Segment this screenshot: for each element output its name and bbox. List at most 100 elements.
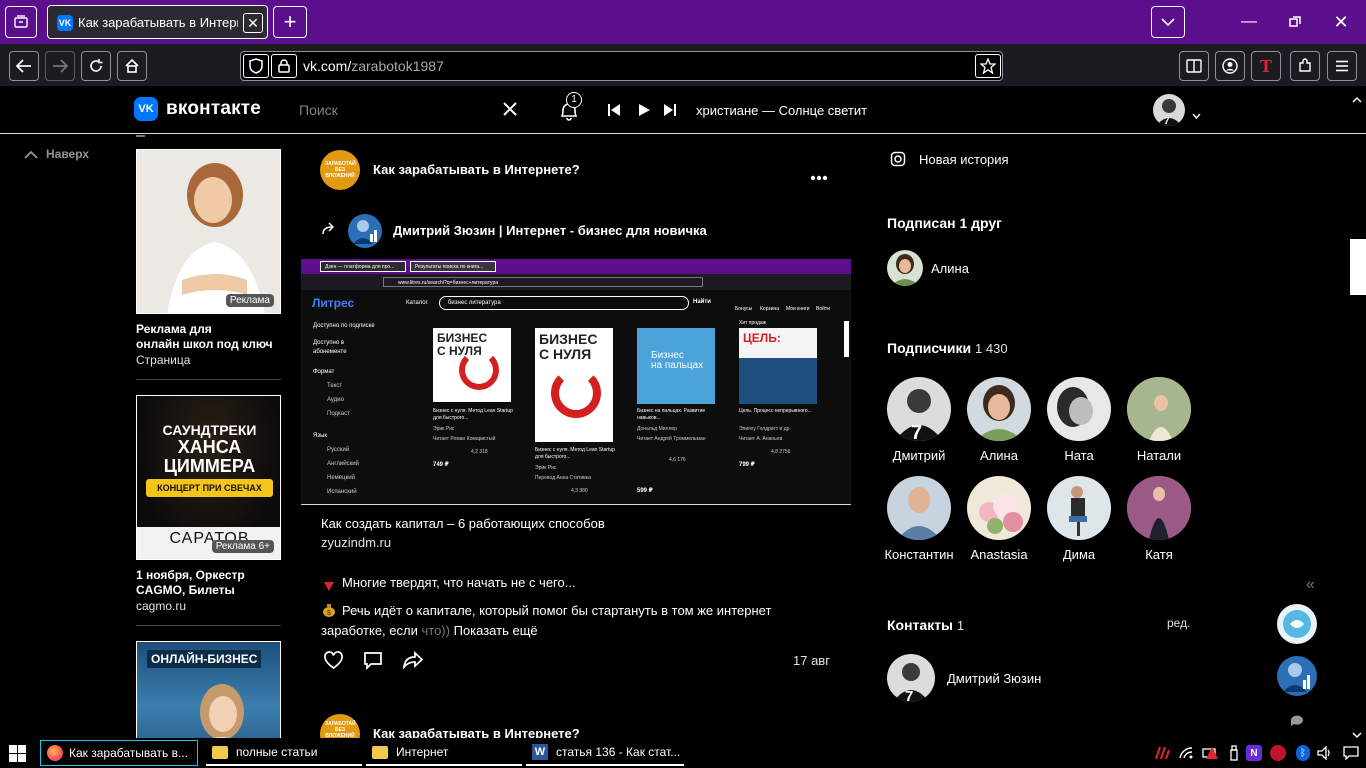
- subscriber-name[interactable]: Катя: [1109, 547, 1209, 562]
- reader-view-icon[interactable]: [1179, 51, 1209, 81]
- subscriber-avatar[interactable]: [1127, 377, 1191, 441]
- next-track-icon[interactable]: [663, 103, 677, 122]
- contact-avatar[interactable]: 7: [887, 654, 935, 702]
- shield-icon[interactable]: [243, 54, 269, 78]
- show-more-link[interactable]: Показать ещё: [454, 623, 538, 638]
- minimize-button[interactable]: —: [1226, 6, 1272, 38]
- repost-author-avatar[interactable]: [348, 214, 382, 248]
- extension-t-icon[interactable]: T: [1251, 51, 1281, 81]
- ad-2-title-line1[interactable]: 1 ноября, Оркестр: [136, 568, 245, 582]
- subscriber-avatar[interactable]: 7: [887, 377, 951, 441]
- ad-card-3[interactable]: ОНЛАЙН-БИЗНЕС: [136, 641, 281, 738]
- usb-drive-icon[interactable]: [1225, 744, 1243, 762]
- page-scrollbar-thumb[interactable]: [1350, 239, 1366, 295]
- taskbar-item-word[interactable]: W статья 136 - Как стат...: [526, 740, 684, 766]
- ad-1-subtitle[interactable]: Страница: [136, 353, 190, 367]
- restore-button[interactable]: [1272, 6, 1318, 38]
- post-link-image[interactable]: Дзен — платформа для про... Результаты п…: [301, 259, 851, 504]
- subscriber-avatar[interactable]: [1127, 476, 1191, 540]
- menu-hamburger-icon[interactable]: [1327, 51, 1357, 81]
- account-icon[interactable]: [1215, 51, 1245, 81]
- back-arrow-icon[interactable]: [9, 51, 39, 81]
- post-group-name[interactable]: Как зарабатывать в Интернете?: [373, 162, 580, 177]
- lock-icon[interactable]: [271, 54, 297, 78]
- vk-header: VK вконтакте Поиск 1 христиане — Солнце …: [0, 86, 1366, 134]
- shot-filter-10: Испанский: [327, 489, 357, 495]
- contact-name[interactable]: Дмитрий Зюзин: [947, 671, 1041, 686]
- bookmark-star-icon[interactable]: [975, 54, 1001, 78]
- subscriber-avatar[interactable]: [887, 476, 951, 540]
- search-input[interactable]: Поиск: [299, 102, 338, 118]
- ad-card-2[interactable]: САУНДТРЕКИ ХАНСА ЦИММЕРА КОНЦЕРТ ПРИ СВЕ…: [136, 395, 281, 560]
- url-text[interactable]: vk.com/zarabotok1987: [303, 58, 444, 74]
- ad-2-subtitle[interactable]: cagmo.ru: [136, 599, 186, 613]
- ad-1-title-line1[interactable]: Реклама для: [136, 322, 212, 336]
- post-group-avatar[interactable]: ЗАРАБОТАЙ БЕЗ ВЛОЖЕНИЙ: [320, 150, 360, 190]
- scroll-up-chevron-icon[interactable]: [1352, 90, 1362, 108]
- share-icon[interactable]: [402, 651, 424, 674]
- new-tab-button[interactable]: +: [273, 6, 307, 38]
- active-tab[interactable]: VK Как зарабатывать в Интернет ✕: [47, 5, 268, 39]
- profile-avatar[interactable]: 7: [1153, 94, 1185, 126]
- battery-warning-icon[interactable]: [1201, 744, 1219, 762]
- friends-title[interactable]: Подписан 1 друг: [887, 215, 1002, 231]
- collapse-chat-icon[interactable]: «: [1306, 576, 1315, 594]
- subscriber-avatar[interactable]: [967, 377, 1031, 441]
- chat-bubble-avatar-2[interactable]: [1277, 656, 1317, 696]
- taskbar-item-firefox[interactable]: Как зарабатывать в...: [40, 740, 198, 766]
- post-date[interactable]: 17 авг: [793, 653, 830, 668]
- contacts-title[interactable]: Контакты 1: [887, 617, 964, 633]
- subscriber-avatar[interactable]: [1047, 377, 1111, 441]
- back-to-top-button[interactable]: Наверх: [24, 147, 89, 161]
- subscriber-avatar[interactable]: [967, 476, 1031, 540]
- post-link-domain[interactable]: zyuzindm.ru: [321, 535, 391, 550]
- friend-name[interactable]: Алина: [931, 261, 969, 276]
- ad-card-1[interactable]: Реклама: [136, 149, 281, 314]
- reload-icon[interactable]: [81, 51, 111, 81]
- close-window-button[interactable]: ✕: [1318, 6, 1364, 38]
- forward-arrow-icon[interactable]: [45, 51, 75, 81]
- subscriber-name[interactable]: Натали: [1109, 448, 1209, 463]
- new-story-button[interactable]: Новая история: [890, 151, 1009, 167]
- repost-author-name[interactable]: Дмитрий Зюзин | Интернет - бизнес для но…: [393, 223, 707, 238]
- contacts-edit-link[interactable]: ред.: [1167, 616, 1190, 630]
- profile-menu-chevron-icon[interactable]: [1192, 106, 1201, 124]
- player-track-title[interactable]: христиане — Солнце светит: [696, 103, 867, 118]
- chat-icon[interactable]: [1290, 714, 1304, 732]
- tab-overview-icon[interactable]: [5, 6, 37, 38]
- search-clear-icon[interactable]: [502, 101, 518, 122]
- windows-start-icon[interactable]: [9, 745, 26, 767]
- wifi-icon[interactable]: [1177, 744, 1195, 762]
- post-more-icon[interactable]: [810, 168, 828, 186]
- tray-app-purple-icon[interactable]: N: [1245, 744, 1263, 762]
- home-icon[interactable]: [117, 51, 147, 81]
- prev-track-icon[interactable]: [607, 103, 621, 122]
- vk-logo[interactable]: VK вконтакте: [134, 97, 261, 121]
- next-post-group-name[interactable]: Как зарабатывать в Интернете?: [373, 726, 580, 738]
- taskbar-item-folder-2[interactable]: Интернет: [366, 740, 522, 766]
- play-icon[interactable]: [637, 103, 651, 122]
- tray-app-red-icon[interactable]: [1269, 744, 1287, 762]
- volume-icon[interactable]: [1316, 744, 1334, 762]
- taskbar-item-folder-1[interactable]: полные статьи: [206, 740, 362, 766]
- new-story-label: Новая история: [919, 151, 1009, 167]
- like-heart-icon[interactable]: [323, 651, 344, 675]
- comment-icon[interactable]: [363, 651, 383, 675]
- bluetooth-icon[interactable]: ᛒ: [1294, 744, 1312, 762]
- ad-2-title-line2[interactable]: CAGMO, Билеты: [136, 583, 235, 597]
- notifications-bell-icon[interactable]: 1: [556, 92, 582, 123]
- subscribers-title[interactable]: Подписчики 1 430: [887, 340, 1008, 356]
- extensions-puzzle-icon[interactable]: [1290, 51, 1320, 81]
- next-post-group-avatar[interactable]: ЗАРАБОТАЙ БЕЗ ВЛОЖЕНИЙ: [320, 714, 360, 738]
- friend-avatar[interactable]: [887, 250, 923, 286]
- subscriber-avatar[interactable]: [1047, 476, 1111, 540]
- tab-close-icon[interactable]: ✕: [243, 13, 263, 33]
- ad-1-title-line2[interactable]: онлайн школ под ключ: [136, 337, 273, 351]
- url-bar[interactable]: vk.com/zarabotok1987: [240, 51, 1003, 81]
- tab-list-chevron-icon[interactable]: [1151, 6, 1185, 38]
- notification-center-icon[interactable]: [1342, 744, 1360, 762]
- post-link-title[interactable]: Как создать капитал – 6 работающих спосо…: [321, 516, 605, 531]
- scroll-down-chevron-icon[interactable]: [1352, 726, 1362, 738]
- chat-bubble-avatar-1[interactable]: [1277, 604, 1317, 644]
- tray-app-icon[interactable]: [1153, 744, 1171, 762]
